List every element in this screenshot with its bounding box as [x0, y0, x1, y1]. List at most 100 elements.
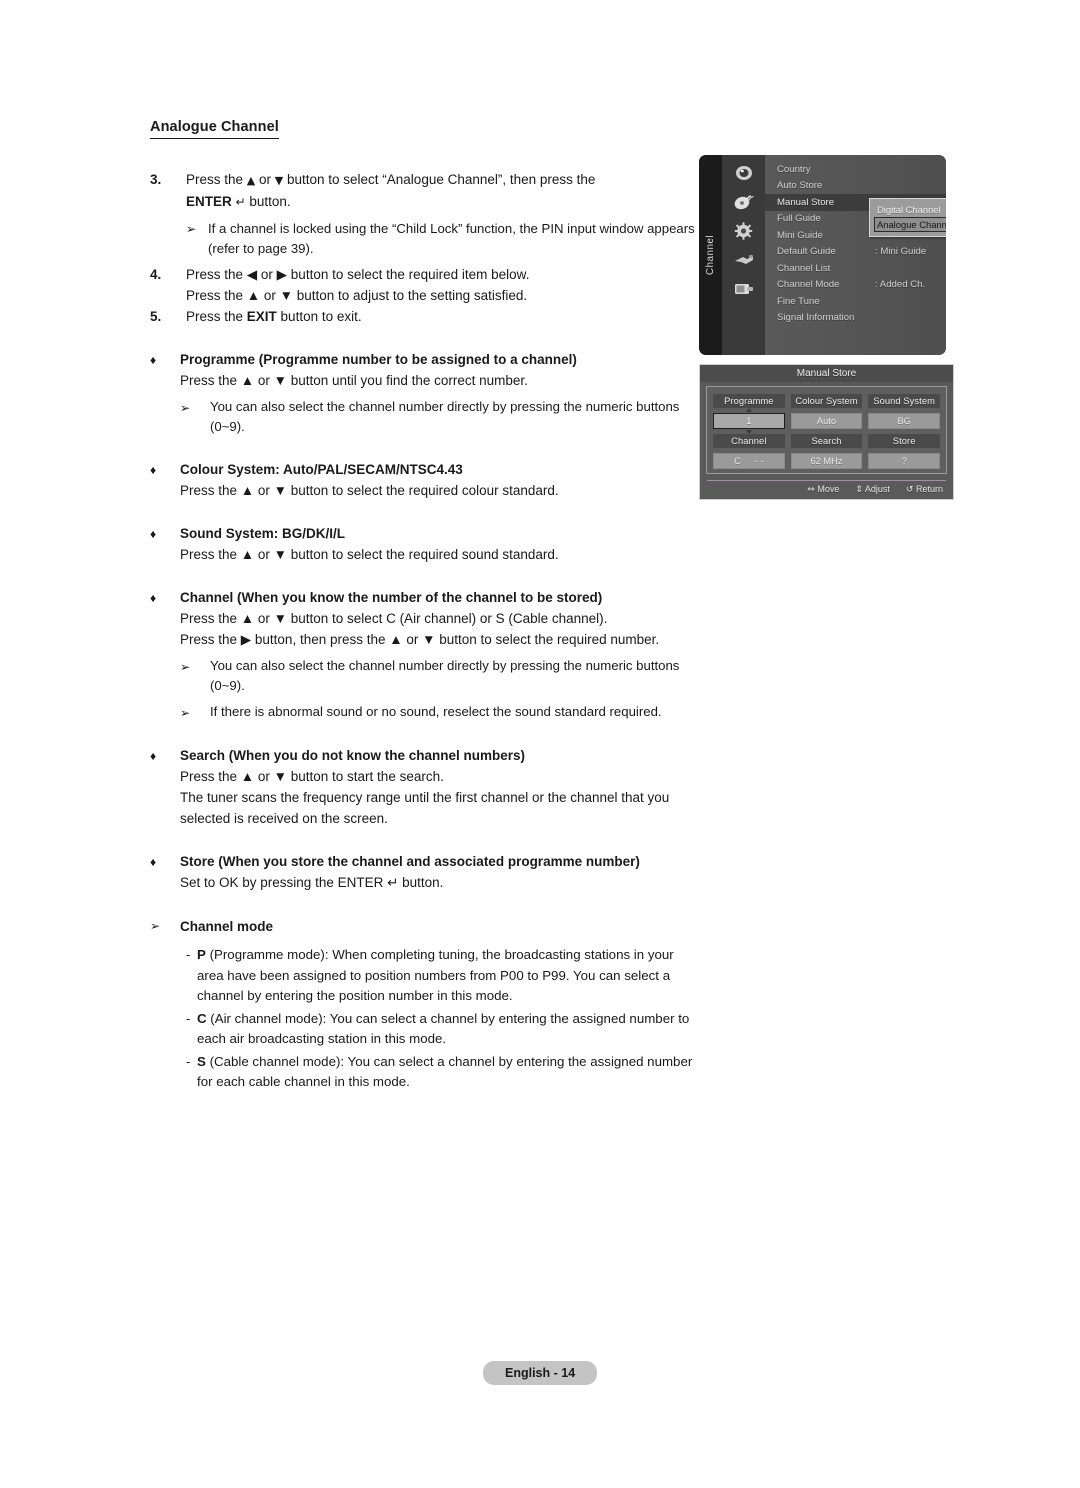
osd-item-label: Full Guide	[777, 213, 821, 225]
osd-submenu-item-analogue-channel[interactable]: Analogue Channel	[874, 217, 946, 232]
mode-text-s: (Cable channel mode): You can select a c…	[197, 1053, 693, 1090]
osd-submenu-item-digital-channel[interactable]: Digital Channel	[874, 202, 946, 217]
bullet-sound-system: ♦ Sound System: BG/DK/I/L Press the ▲ or…	[150, 523, 695, 565]
bullet-search: ♦ Search (When you do not know the chann…	[150, 745, 695, 829]
return-arrow-icon: ↺	[905, 485, 914, 495]
osd-category-tab-channel[interactable]: Channel	[699, 155, 722, 355]
step-3-note: ➢ If a channel is locked using the “Chil…	[186, 219, 695, 259]
tv-osd-menu: Channel Country Auto Store Manual Store …	[699, 155, 946, 355]
bullet-search-line-2: The tuner scans the frequency range unti…	[180, 790, 670, 826]
adjust-arrows-icon: ⇕	[855, 485, 863, 495]
gear-icon[interactable]	[732, 220, 756, 241]
bullet-colour-system-heading: Colour System: Auto/PAL/SECAM/NTSC4.43	[180, 462, 463, 477]
step-3-body: Press the ▲ or ▼ button to select “Analo…	[186, 169, 695, 213]
bullet-store-line-1: Set to OK by pressing the ENTER ↵ button…	[180, 875, 444, 890]
input-source-icon[interactable]	[732, 278, 756, 299]
diamond-bullet-icon: ♦	[150, 353, 157, 367]
bullet-channel-heading: Channel (When you know the number of the…	[180, 590, 603, 605]
text-column: Analogue Channel 3. Press the ▲ or ▼ but…	[150, 118, 695, 1095]
osd-icon-rail	[722, 155, 765, 355]
channel-mode-list: - P (Programme mode): When completing tu…	[186, 945, 695, 1093]
field-value-sound-system[interactable]: BG	[868, 413, 940, 429]
list-item: - P (Programme mode): When completing tu…	[186, 945, 695, 1007]
step-5-line1-b: button to exit.	[276, 309, 362, 324]
osd-item-channel-list[interactable]: Channel List	[765, 260, 946, 277]
step-4: 4. Press the ◀ or ▶ button to select the…	[150, 264, 695, 306]
bullet-programme-line-1: Press the ▲ or ▼ button until you find t…	[180, 373, 528, 388]
note-marker-icon: ➢	[180, 401, 191, 415]
diamond-bullet-icon: ♦	[150, 463, 157, 477]
field-value-channel[interactable]: C - -	[713, 453, 785, 469]
page-footer-badge: English - 14	[483, 1361, 598, 1385]
manual-store-grid-row-1-headers: Programme Colour System Sound System 1 A…	[713, 394, 940, 469]
hint-adjust-label: Adjust	[864, 484, 890, 494]
osd-item-country[interactable]: Country	[765, 161, 946, 178]
field-value-programme[interactable]: 1	[713, 408, 785, 434]
section-title-wrap: Analogue Channel	[150, 118, 695, 153]
diamond-bullet-icon: ♦	[150, 749, 157, 763]
step-5-line1-a: Press the	[186, 309, 247, 324]
field-value-store[interactable]: ?	[868, 453, 940, 469]
bullet-channel-line-1: Press the ▲ or ▼ button to select C (Air…	[180, 611, 608, 626]
enter-key-icon: ↵	[235, 195, 246, 209]
bullet-programme-note-1-text: You can also select the channel number d…	[210, 399, 680, 434]
osd-item-fine-tune[interactable]: Fine Tune	[765, 293, 946, 310]
up-arrow-icon: ▲	[246, 174, 256, 187]
bullet-search-heading: Search (When you do not know the channel…	[180, 748, 526, 763]
diamond-bullet-icon: ♦	[150, 591, 157, 605]
manual-store-title: Manual Store	[700, 365, 953, 382]
note-marker-icon: ➢	[180, 660, 191, 674]
page-title: Analogue Channel	[150, 119, 279, 139]
note-marker-icon: ➢	[150, 919, 161, 933]
enter-label: ENTER	[186, 194, 232, 209]
osd-item-auto-store[interactable]: Auto Store	[765, 178, 946, 195]
field-header-store: Store	[868, 434, 940, 448]
osd-left-rail: Channel	[699, 155, 765, 355]
manual-store-fields: Programme Colour System Sound System 1 A…	[706, 386, 947, 474]
mode-text-c: (Air channel mode): You can select a cha…	[197, 1010, 690, 1047]
osd-submenu: Digital Channel Analogue Channel	[869, 198, 946, 237]
bullet-channel-note-2-text: If there is abnormal sound or no sound, …	[210, 704, 662, 719]
mode-key-p: P	[197, 947, 206, 962]
picture-icon[interactable]	[732, 162, 756, 183]
osd-menu-list: Country Auto Store Manual Store Full Gui…	[765, 155, 946, 355]
osd-item-label: Fine Tune	[777, 295, 820, 307]
note-marker-icon: ➢	[180, 706, 191, 720]
mode-key-s: S	[197, 1053, 206, 1069]
bullet-store: ♦ Store (When you store the channel and …	[150, 851, 695, 893]
step-3-line2-rest: button.	[245, 194, 291, 209]
manual-store-hint-bar: ⇔ Move ⇕ Adjust ↺ Return	[700, 481, 953, 495]
step-3: 3. Press the ▲ or ▼ button to select “An…	[150, 169, 695, 213]
diamond-bullet-icon: ♦	[150, 527, 157, 541]
bullet-channel-note-2: ➢ If there is abnormal sound or no sound…	[180, 702, 695, 723]
step-4-line2: Press the ▲ or ▼ button to adjust to the…	[186, 288, 528, 303]
bullet-sound-system-line-1: Press the ▲ or ▼ button to select the re…	[180, 547, 559, 562]
osd-item-label: Signal Information	[777, 312, 855, 324]
osd-item-default-guide[interactable]: Default Guide : Mini Guide	[765, 244, 946, 261]
osd-item-value: : Mini Guide	[875, 246, 927, 258]
bullet-programme-note-1: ➢ You can also select the channel number…	[180, 397, 695, 437]
bullet-channel-line-2: Press the ▶ button, then press the ▲ or …	[180, 632, 660, 647]
dash-marker: -	[186, 1053, 191, 1069]
field-value-colour-system[interactable]: Auto	[790, 413, 863, 429]
diamond-bullet-icon: ♦	[150, 855, 157, 869]
osd-item-label: Channel List	[777, 262, 831, 274]
bullet-channel-note-1: ➢ You can also select the channel number…	[180, 656, 695, 696]
channel-mode-heading: Channel mode	[180, 919, 274, 934]
down-arrow-icon: ▼	[274, 174, 284, 187]
plug-icon[interactable]	[732, 249, 756, 270]
bullet-colour-system: ♦ Colour System: Auto/PAL/SECAM/NTSC4.43…	[150, 459, 695, 501]
list-item: - C (Air channel mode): You can select a…	[186, 1009, 695, 1050]
list-item: - S (Cable channel mode): You can select…	[186, 1052, 695, 1093]
step-4-body: Press the ◀ or ▶ button to select the re…	[186, 264, 695, 306]
osd-item-channel-mode[interactable]: Channel Mode : Added Ch.	[765, 277, 946, 294]
step-5-body: Press the EXIT button to exit.	[186, 306, 695, 327]
field-value-search[interactable]: 62 MHz	[790, 453, 863, 469]
bullet-channel-note-1-text: You can also select the channel number d…	[210, 658, 680, 693]
note-marker-icon: ➢	[186, 222, 197, 236]
field-header-sound-system: Sound System	[868, 394, 940, 408]
step-3-line1-b: or	[255, 172, 275, 187]
manual-page: Analogue Channel 3. Press the ▲ or ▼ but…	[0, 0, 1080, 1488]
osd-item-signal-information[interactable]: Signal Information	[765, 310, 946, 327]
satellite-dish-icon[interactable]	[732, 191, 756, 212]
